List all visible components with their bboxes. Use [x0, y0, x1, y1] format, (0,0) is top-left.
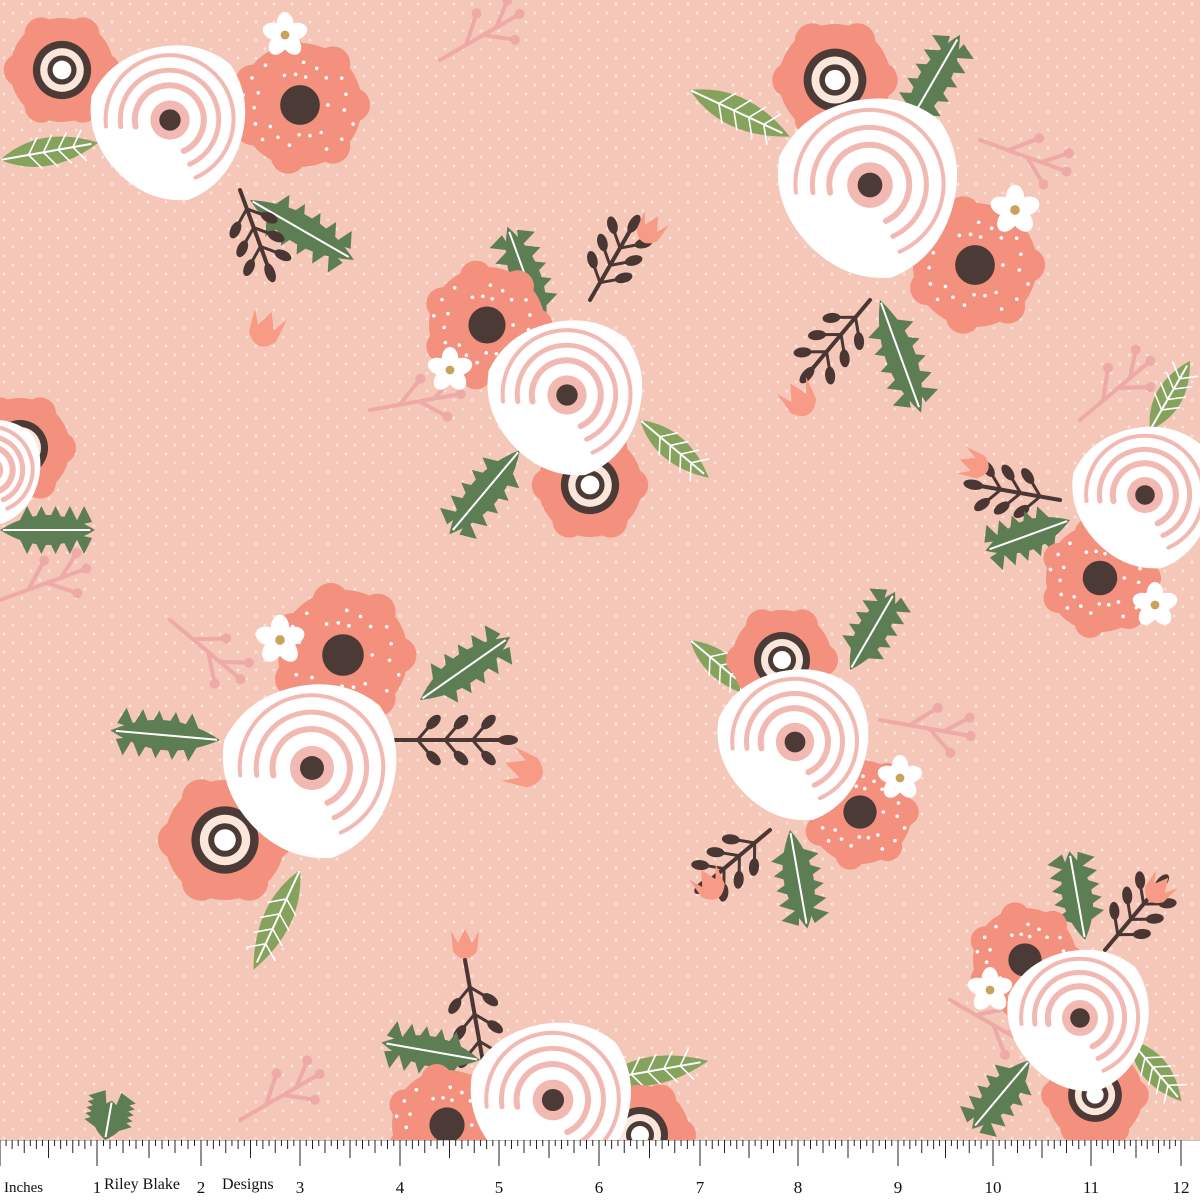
ruler-unit-label: Inches [4, 1180, 44, 1196]
ruler-number-7: 7 [695, 1178, 705, 1197]
ruler-number-8: 8 [793, 1178, 803, 1197]
floral-pattern [0, 0, 1200, 1200]
ruler-number-2: 2 [196, 1178, 206, 1197]
ruler-number-1: 1 [92, 1178, 102, 1197]
ruler-number-4: 4 [395, 1178, 405, 1197]
fabric-swatch: Inches Riley Blake Designs 1 2 3 4 5 6 7… [0, 0, 1200, 1200]
ruler-number-5: 5 [494, 1178, 504, 1197]
ruler-number-9: 9 [893, 1178, 903, 1197]
ruler-maker-name-suffix: Designs [222, 1176, 274, 1193]
ruler-number-3: 3 [295, 1178, 305, 1197]
ruler-number-11: 11 [1082, 1178, 1100, 1197]
ruler-number-10: 10 [984, 1178, 1002, 1197]
ruler-number-6: 6 [594, 1178, 604, 1197]
measurement-ruler: Inches Riley Blake Designs 1 2 3 4 5 6 7… [0, 1140, 1200, 1200]
ruler-number-12: 12 [1172, 1178, 1190, 1197]
ruler-maker-name: Riley Blake [104, 1176, 180, 1193]
